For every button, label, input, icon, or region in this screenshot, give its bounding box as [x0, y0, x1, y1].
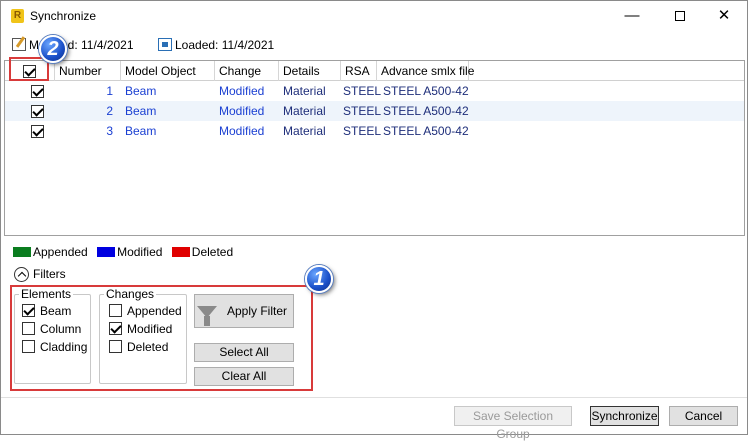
legend-appended: Appended [33, 245, 88, 259]
modified-label: Modified [127, 322, 173, 336]
legend-modified: Modified [117, 245, 163, 259]
row-checkbox[interactable] [31, 85, 44, 99]
legend-swatch-appended [13, 247, 31, 257]
column-label: Column [40, 322, 82, 336]
row-model-object: Beam [125, 124, 157, 138]
row-change: Modified [219, 104, 265, 118]
col-rsa[interactable]: RSA [341, 61, 377, 81]
row-advance: STEEL A500-42 [383, 104, 469, 118]
loaded-date: Loaded: 11/4/2021 [175, 38, 275, 52]
chevron-up-icon[interactable] [14, 267, 29, 283]
table-row[interactable]: 3 Beam Modified Material STEEL STEEL A50… [5, 121, 744, 141]
close-button[interactable]: ✕ [701, 1, 747, 31]
edit-icon [12, 38, 26, 51]
app-icon: R [11, 9, 24, 23]
table-row[interactable]: 1 Beam Modified Material STEEL STEEL A50… [5, 81, 744, 101]
loaded-info: Loaded: 11/4/2021 [158, 38, 274, 52]
row-checkbox-cell[interactable] [31, 81, 44, 101]
legend-swatch-modified [97, 247, 116, 257]
row-checkbox-cell[interactable] [31, 121, 44, 141]
row-number: 3 [106, 124, 113, 138]
row-number: 1 [106, 84, 113, 98]
col-change[interactable]: Change [215, 61, 279, 81]
appended-checkbox[interactable] [109, 304, 122, 317]
callout-frame-select-all [9, 57, 49, 81]
changes-grid: Number Model Object Change Details RSA A… [4, 60, 745, 236]
column-checkbox[interactable] [22, 322, 35, 335]
row-model-object: Beam [125, 104, 157, 118]
footer-divider [1, 397, 747, 398]
row-model-object: Beam [125, 84, 157, 98]
row-advance: STEEL A500-42 [383, 84, 469, 98]
row-rsa: STEEL [343, 84, 382, 98]
table-row[interactable]: 2 Beam Modified Material STEEL STEEL A50… [5, 101, 744, 121]
row-number: 2 [106, 104, 113, 118]
beam-checkbox[interactable] [22, 304, 35, 317]
filter-deleted-option[interactable]: Deleted [109, 339, 168, 355]
save-selection-group-button[interactable]: Save Selection Group [454, 406, 572, 441]
synchronize-button[interactable]: Synchronize [590, 406, 659, 426]
select-all-button[interactable]: Select All [194, 343, 294, 362]
cladding-label: Cladding [40, 340, 88, 354]
window-title: Synchronize [30, 9, 97, 23]
apply-filter-button[interactable]: Apply Filter [194, 294, 294, 328]
filter-appended-option[interactable]: Appended [109, 303, 182, 319]
filters-toggle[interactable]: Filters [14, 267, 66, 283]
row-details: Material [283, 104, 326, 118]
modified-checkbox[interactable] [109, 322, 122, 335]
modified-info: Modified: 11/4/2021 [12, 38, 134, 52]
row-rsa: STEEL [343, 124, 382, 138]
deleted-label: Deleted [127, 340, 169, 354]
info-bar: Modified: 11/4/2021 Loaded: 11/4/2021 [1, 34, 747, 58]
col-advance-smlx-file[interactable]: Advance smlx file [377, 61, 474, 81]
row-change: Modified [219, 84, 265, 98]
row-checkbox-cell[interactable] [31, 101, 44, 121]
maximize-button[interactable] [657, 1, 703, 31]
filter-beam-option[interactable]: Beam [22, 303, 71, 319]
row-change: Modified [219, 124, 265, 138]
grid-header: Number Model Object Change Details RSA A… [5, 61, 744, 81]
callout-badge-1: 1 [305, 265, 333, 293]
funnel-icon [196, 306, 217, 326]
row-checkbox[interactable] [31, 105, 44, 119]
col-number[interactable]: Number [55, 61, 121, 81]
beam-label: Beam [40, 304, 72, 318]
legend-swatch-deleted [171, 247, 190, 257]
appended-label: Appended [127, 304, 182, 318]
minimize-button[interactable]: — [609, 1, 655, 31]
apply-filter-label: Apply Filter [226, 304, 287, 318]
maximize-icon [675, 11, 685, 22]
row-rsa: STEEL [343, 104, 382, 118]
changes-group-title: Changes [104, 287, 157, 301]
row-details: Material [283, 84, 326, 98]
filter-cladding-option[interactable]: Cladding [22, 339, 87, 355]
color-legend: Appended Modified Deleted [13, 245, 233, 259]
row-checkbox[interactable] [31, 125, 44, 139]
load-icon [158, 38, 172, 51]
cancel-button[interactable]: Cancel [669, 406, 738, 426]
cladding-checkbox[interactable] [22, 340, 35, 353]
filter-modified-option[interactable]: Modified [109, 321, 172, 337]
callout-badge-2: 2 [39, 35, 67, 63]
col-details[interactable]: Details [279, 61, 341, 81]
row-details: Material [283, 124, 326, 138]
synchronize-window: R Synchronize — ✕ Modified: 11/4/2021 Lo… [0, 0, 748, 441]
legend-deleted: Deleted [191, 245, 234, 259]
elements-group-title: Elements [19, 287, 74, 301]
deleted-checkbox[interactable] [109, 340, 122, 353]
title-bar: R Synchronize — ✕ [1, 1, 747, 31]
row-advance: STEEL A500-42 [383, 124, 469, 138]
filters-label: Filters [33, 267, 66, 281]
clear-all-button[interactable]: Clear All [194, 367, 294, 386]
filter-column-option[interactable]: Column [22, 321, 81, 337]
col-model-object[interactable]: Model Object [121, 61, 215, 81]
